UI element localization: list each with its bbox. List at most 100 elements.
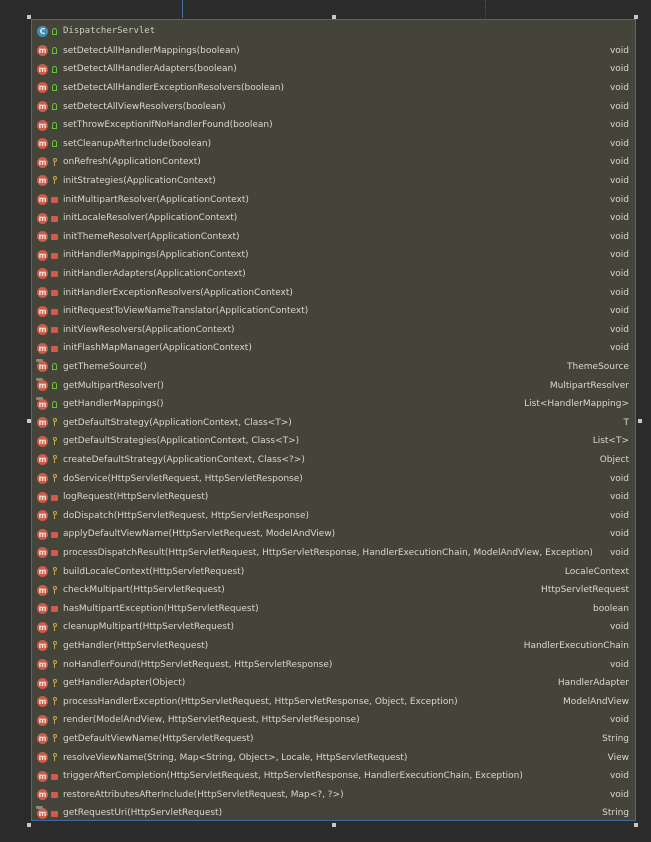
method-signature: cleanupMultipart(HttpServletRequest) <box>63 622 235 633</box>
method-row[interactable]: m getRequestUri(HttpServletRequest) String <box>32 804 635 823</box>
method-row[interactable]: m hasMultipartException(HttpServletReques… <box>32 600 635 619</box>
protected-visibility-icon <box>51 660 58 669</box>
method-row[interactable]: m logRequest(HttpServletRequest) void <box>32 488 635 507</box>
class-structure-panel[interactable]: C DispatcherServlet m setDetectAllHandler… <box>31 19 636 821</box>
method-row[interactable]: m initRequestToViewNameTranslator(Applica… <box>32 302 635 321</box>
method-row[interactable]: m buildLocaleContext(HttpServletRequest) L… <box>32 562 635 581</box>
method-return-type: HttpServletRequest <box>541 585 629 596</box>
method-row[interactable]: m getHandlerMappings() List<HandlerMapping… <box>32 395 635 414</box>
method-icon: m <box>37 547 48 559</box>
private-visibility-icon <box>51 307 58 316</box>
method-row[interactable]: m getDefaultStrategies(ApplicationContext… <box>32 432 635 451</box>
resize-handle-bottom-left[interactable] <box>27 823 31 827</box>
method-icon: m <box>37 324 48 336</box>
method-row[interactable]: m checkMultipart(HttpServletRequest) HttpS… <box>32 581 635 600</box>
method-signature: applyDefaultViewName(HttpServletRequest,… <box>63 529 336 540</box>
method-signature: initViewResolvers(ApplicationContext) <box>63 324 235 335</box>
method-icon: m <box>37 752 48 764</box>
public-visibility-icon <box>51 381 58 390</box>
method-row[interactable]: m getHandlerAdapter(Object) HandlerAdapter <box>32 674 635 693</box>
method-icon: m <box>37 603 48 615</box>
method-row[interactable]: m initHandlerMappings(ApplicationContext)… <box>32 246 635 265</box>
public-visibility-icon <box>51 400 58 409</box>
method-row[interactable]: m createDefaultStrategy(ApplicationContex… <box>32 451 635 470</box>
method-signature: render(ModelAndView, HttpServletRequest,… <box>63 715 360 726</box>
public-visibility-icon <box>51 83 58 92</box>
method-row[interactable]: m onRefresh(ApplicationContext) void <box>32 153 635 172</box>
public-visibility-icon <box>51 46 58 55</box>
method-return-type: void <box>609 101 629 112</box>
method-icon: m <box>37 677 48 689</box>
method-row[interactable]: m noHandlerFound(HttpServletRequest, Http… <box>32 655 635 674</box>
resize-handle-middle-right[interactable] <box>638 419 642 423</box>
class-header[interactable]: C DispatcherServlet <box>32 22 635 41</box>
method-return-type: void <box>609 659 629 670</box>
method-icon: m <box>36 359 48 373</box>
private-visibility-icon <box>51 790 58 799</box>
method-return-type: void <box>609 120 629 131</box>
method-row[interactable]: m render(ModelAndView, HttpServletRequest… <box>32 711 635 730</box>
method-signature: noHandlerFound(HttpServletRequest, HttpS… <box>63 659 333 670</box>
method-return-type: String <box>602 733 629 744</box>
method-signature: getHandlerMappings() <box>63 399 164 410</box>
private-visibility-icon <box>51 288 58 297</box>
method-row[interactable]: m getThemeSource() ThemeSource <box>32 358 635 377</box>
method-return-type: void <box>609 529 629 540</box>
method-row[interactable]: m setDetectAllHandlerMappings(boolean) voi… <box>32 42 635 61</box>
protected-visibility-icon <box>51 716 58 725</box>
method-row[interactable]: m processDispatchResult(HttpServletReques… <box>32 544 635 563</box>
resize-handle-bottom-right[interactable] <box>634 823 638 827</box>
method-return-type: void <box>609 194 629 205</box>
method-return-type: void <box>609 268 629 279</box>
method-row[interactable]: m setCleanupAfterInclude(boolean) void <box>32 135 635 154</box>
method-icon: m <box>37 287 48 299</box>
method-signature: onRefresh(ApplicationContext) <box>63 157 201 168</box>
method-row[interactable]: m initHandlerAdapters(ApplicationContext)… <box>32 265 635 284</box>
method-row[interactable]: m triggerAfterCompletion(HttpServletReque… <box>32 767 635 786</box>
method-icon: m <box>37 454 48 466</box>
private-visibility-icon <box>51 214 58 223</box>
protected-visibility-icon <box>51 418 58 427</box>
method-row[interactable]: m initLocaleResolver(ApplicationContext) v… <box>32 209 635 228</box>
method-signature: processDispatchResult(HttpServletRequest… <box>63 547 593 558</box>
private-visibility-icon <box>51 530 58 539</box>
method-icon: m <box>37 491 48 503</box>
guide-line <box>182 0 183 18</box>
method-row[interactable]: m initViewResolvers(ApplicationContext) vo… <box>32 321 635 340</box>
method-row[interactable]: m resolveViewName(String, Map<String, Obj… <box>32 748 635 767</box>
method-return-type: void <box>609 250 629 261</box>
method-row[interactable]: m getHandler(HttpServletRequest) HandlerEx… <box>32 637 635 656</box>
method-row[interactable]: m initFlashMapManager(ApplicationContext)… <box>32 339 635 358</box>
method-row[interactable]: m setDetectAllHandlerExceptionResolvers(b… <box>32 79 635 98</box>
method-row[interactable]: m setDetectAllViewResolvers(boolean) void <box>32 97 635 116</box>
method-row[interactable]: m initHandlerExceptionResolvers(Applicati… <box>32 283 635 302</box>
protected-visibility-icon <box>51 437 58 446</box>
method-row[interactable]: m initMultipartResolver(ApplicationContex… <box>32 190 635 209</box>
method-return-type: LocaleContext <box>564 566 629 577</box>
method-row[interactable]: m getDefaultStrategy(ApplicationContext, … <box>32 414 635 433</box>
method-row[interactable]: m setDetectAllHandlerAdapters(boolean) voi… <box>32 60 635 79</box>
method-row[interactable]: m getDefaultViewName(HttpServletRequest) S… <box>32 730 635 749</box>
method-row[interactable]: m getMultipartResolver() MultipartResolver <box>32 376 635 395</box>
method-row[interactable]: m setThrowExceptionIfNoHandlerFound(boole… <box>32 116 635 135</box>
class-title: DispatcherServlet <box>63 26 156 37</box>
protected-visibility-icon <box>51 734 58 743</box>
protected-visibility-icon <box>51 176 58 185</box>
resize-handle-bottom-middle[interactable] <box>332 823 336 827</box>
method-return-type: HandlerAdapter <box>557 678 629 689</box>
method-return-type: void <box>609 64 629 75</box>
method-row[interactable]: m applyDefaultViewName(HttpServletRequest… <box>32 525 635 544</box>
public-visibility-icon <box>51 102 58 111</box>
method-row[interactable]: m doDispatch(HttpServletRequest, HttpServ… <box>32 507 635 526</box>
method-icon: m <box>37 101 48 113</box>
method-return-type: ModelAndView <box>563 696 629 707</box>
method-row[interactable]: m doService(HttpServletRequest, HttpServl… <box>32 469 635 488</box>
method-row[interactable]: m initStrategies(ApplicationContext) void <box>32 172 635 191</box>
method-row[interactable]: m restoreAttributesAfterInclude(HttpServl… <box>32 786 635 805</box>
method-signature: initHandlerExceptionResolvers(Applicatio… <box>63 287 293 298</box>
method-return-type: String <box>602 808 629 819</box>
method-row[interactable]: m cleanupMultipart(HttpServletRequest) voi… <box>32 618 635 637</box>
private-visibility-icon <box>51 269 58 278</box>
method-row[interactable]: m initThemeResolver(ApplicationContext) vo… <box>32 228 635 247</box>
method-row[interactable]: m processHandlerException(HttpServletRequ… <box>32 693 635 712</box>
